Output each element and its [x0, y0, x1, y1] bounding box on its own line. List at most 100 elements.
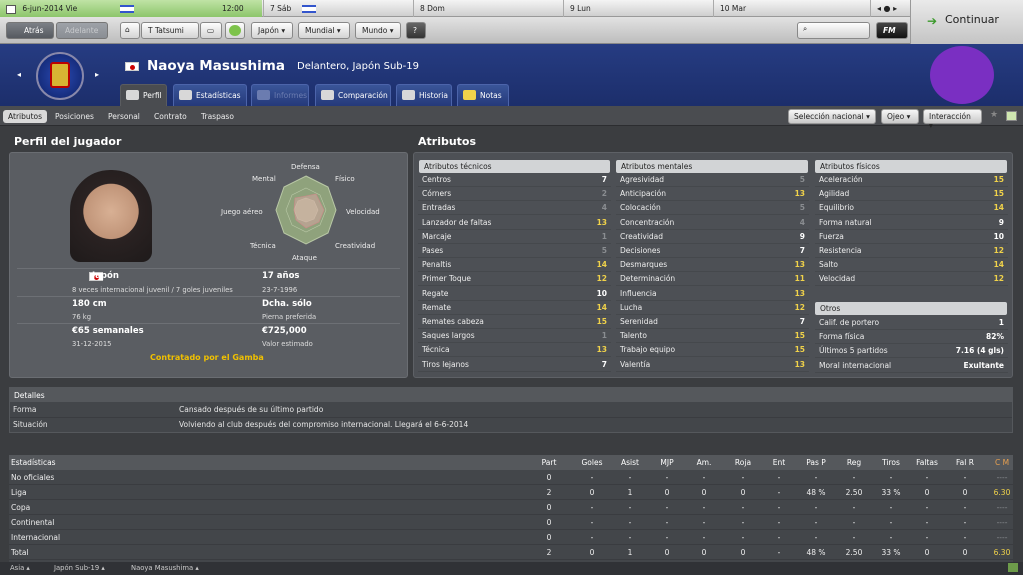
attribute-row[interactable]: Moral internacional Exultante	[815, 359, 1008, 373]
attribute-row[interactable]: Penaltis 14	[418, 258, 611, 273]
attribute-row[interactable]: Agilidad 15	[815, 187, 1008, 202]
attribute-row[interactable]: Trabajo equipo 15	[616, 343, 809, 358]
attribute-row[interactable]: Calif. de portero 1	[815, 316, 1008, 330]
breadcrumb-asia[interactable]: Asia ▴	[10, 564, 30, 572]
attribute-row[interactable]: Forma natural 9	[815, 216, 1008, 230]
home-button[interactable]: ⌂	[120, 22, 140, 39]
stats-column-header[interactable]: Roja	[725, 458, 761, 467]
world-cup-menu[interactable]: Mundial ▾	[298, 22, 350, 39]
attribute-row[interactable]: Saques largos 1	[418, 329, 611, 344]
national-selection-menu[interactable]: Selección nacional ▾	[788, 109, 876, 124]
tab-historia[interactable]: Historia	[396, 84, 452, 106]
search-input[interactable]: ⌕	[797, 22, 870, 39]
attribute-row[interactable]: Decisiones 7	[616, 244, 809, 258]
attribute-row[interactable]: Primer Toque 12	[418, 272, 611, 287]
subtab-posiciones[interactable]: Posiciones	[50, 110, 99, 123]
next-player-icon[interactable]: ▸	[95, 70, 99, 79]
attribute-row[interactable]: Determinación 11	[616, 272, 809, 287]
subtab-contrato[interactable]: Contrato	[149, 110, 192, 123]
stats-cell: 0	[701, 548, 707, 557]
inbox-button[interactable]: ▭	[200, 22, 222, 39]
edit-icon[interactable]	[1006, 111, 1017, 121]
day-cell-mon[interactable]: 9 Lun	[563, 0, 713, 17]
continue-button[interactable]: ➔ Continuar	[910, 0, 1023, 44]
attribute-row[interactable]: Tiros lejanos 7	[418, 358, 611, 372]
attribute-row[interactable]: Anticipación 13	[616, 187, 809, 202]
attribute-row[interactable]: Salto 14	[815, 258, 1008, 273]
attribute-row[interactable]: Influencia 13	[616, 287, 809, 301]
attribute-radar-chart	[275, 175, 337, 245]
stats-column-header[interactable]: Part	[531, 458, 567, 467]
back-button[interactable]: Atrás	[6, 22, 54, 39]
attribute-row[interactable]: Remate 14	[418, 301, 611, 315]
stats-column-header[interactable]: Pas P	[798, 458, 834, 467]
attribute-row[interactable]: Técnica 13	[418, 343, 611, 358]
calendar-nav[interactable]: ◂ ● ▸	[870, 0, 910, 17]
day-cell-sat[interactable]: 7 Sáb	[263, 0, 413, 17]
attribute-row[interactable]: Creatividad 9	[616, 230, 809, 244]
forward-button[interactable]: Adelante	[56, 22, 108, 39]
attribute-name: Lucha	[620, 302, 643, 312]
attribute-row[interactable]: Aceleración 15	[815, 173, 1008, 187]
stats-column-header[interactable]: MJP	[649, 458, 685, 467]
stats-column-header[interactable]: Faltas	[909, 458, 945, 467]
attribute-name: Trabajo equipo	[620, 345, 676, 355]
stats-column-header[interactable]: Am.	[686, 458, 722, 467]
scout-menu[interactable]: Ojeo ▾	[881, 109, 919, 124]
attribute-row[interactable]: Desmarques 13	[616, 258, 809, 273]
stats-column-header[interactable]: Asist	[612, 458, 648, 467]
day-cell-tue[interactable]: 10 Mar	[713, 0, 870, 17]
attribute-row[interactable]: Forma física 82%	[815, 330, 1008, 345]
attribute-row[interactable]: Pases 5	[418, 244, 611, 258]
stats-column-header[interactable]: C M	[984, 458, 1020, 467]
attribute-row[interactable]: Concentración 4	[616, 216, 809, 230]
tab-estadisticas[interactable]: Estadísticas	[173, 84, 247, 106]
attribute-row[interactable]: Fuerza 10	[815, 230, 1008, 244]
resize-icon[interactable]	[1008, 563, 1018, 572]
tab-notas[interactable]: Notas	[457, 84, 509, 106]
news-button[interactable]	[225, 22, 245, 39]
fm-menu-button[interactable]: FM	[876, 22, 908, 39]
attribute-value: 9	[799, 231, 805, 241]
attribute-row[interactable]: Agresividad 5	[616, 173, 809, 187]
attribute-row[interactable]: Talento 15	[616, 329, 809, 344]
breadcrumb-player[interactable]: Naoya Masushima ▴	[131, 564, 199, 572]
attribute-row[interactable]: Últimos 5 partidos 7.16 (4 gls)	[815, 344, 1008, 359]
attribute-row[interactable]: Velocidad 12	[815, 272, 1008, 287]
attribute-row[interactable]: Remates cabeza 15	[418, 315, 611, 329]
interaction-menu[interactable]: Interacción ▾	[923, 109, 982, 130]
stats-column-header[interactable]: Tiros	[873, 458, 909, 467]
tab-comparacion[interactable]: Comparación	[315, 84, 391, 106]
help-button[interactable]: ?	[406, 22, 426, 39]
stats-column-header[interactable]: Fal R	[947, 458, 983, 467]
attribute-row[interactable]: Entradas 4	[418, 201, 611, 216]
attribute-row[interactable]: Centros 7	[418, 173, 611, 187]
attribute-row[interactable]: Equilibrio 14	[815, 201, 1008, 216]
attribute-row[interactable]: Colocación 5	[616, 201, 809, 216]
subtab-atributos[interactable]: Atributos	[3, 110, 48, 123]
attribute-row[interactable]: Valentía 13	[616, 358, 809, 372]
current-date-cell[interactable]: 6-jun-2014 Vie 12:00	[0, 0, 262, 17]
attribute-row[interactable]: Marcaje 1	[418, 230, 611, 244]
attribute-row[interactable]: Lanzador de faltas 13	[418, 216, 611, 230]
subtab-personal[interactable]: Personal	[103, 110, 145, 123]
day-cell-sun[interactable]: 8 Dom	[413, 0, 563, 17]
stats-column-header[interactable]: Ent	[761, 458, 797, 467]
attribute-row[interactable]: Serenidad 7	[616, 315, 809, 329]
japan-menu[interactable]: Japón ▾	[251, 22, 293, 39]
stats-column-header[interactable]: Goles	[574, 458, 610, 467]
tab-informes[interactable]: Informes	[251, 84, 309, 106]
attribute-row[interactable]: Lucha 12	[616, 301, 809, 315]
breadcrumb-team[interactable]: Japón Sub-19 ▴	[54, 564, 105, 572]
tab-perfil[interactable]: Perfil	[120, 84, 167, 106]
manager-menu[interactable]: T Tatsumi	[141, 22, 199, 39]
attribute-row[interactable]: Regate 10	[418, 287, 611, 301]
world-menu[interactable]: Mundo ▾	[355, 22, 401, 39]
subtab-traspaso[interactable]: Traspaso	[196, 110, 239, 123]
star-icon[interactable]: ★	[990, 110, 998, 120]
attribute-row[interactable]: Córners 2	[418, 187, 611, 202]
stats-column-header[interactable]: Reg	[836, 458, 872, 467]
attribute-row[interactable]: Resistencia 12	[815, 244, 1008, 258]
previous-player-icon[interactable]: ◂	[17, 70, 21, 79]
attribute-name: Anticipación	[620, 189, 667, 199]
